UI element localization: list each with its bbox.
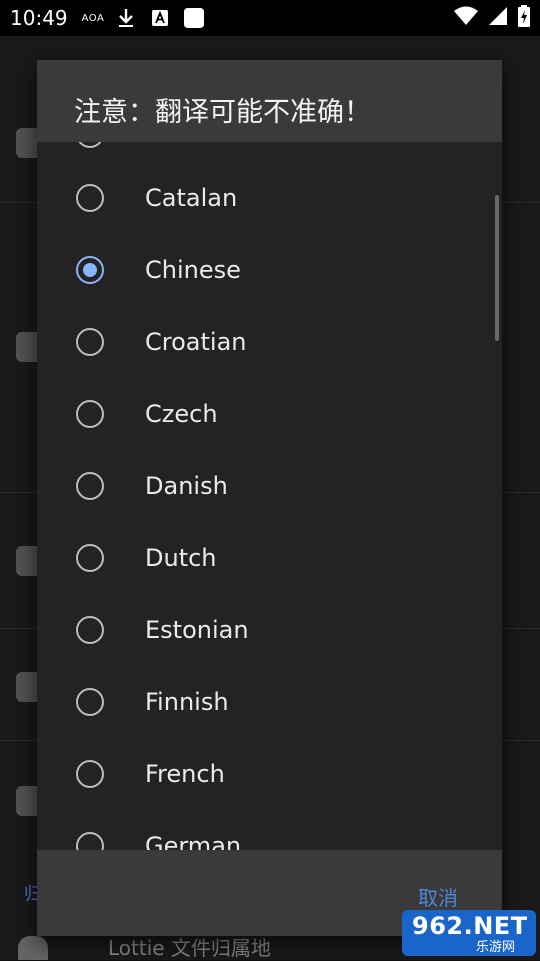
language-option[interactable]: Croatian	[37, 306, 502, 378]
language-label: French	[145, 760, 225, 788]
background-list-item: Lottie 文件归属地	[108, 936, 271, 960]
language-dialog: 注意：翻译可能不准确！ Catalan Chinese Croatian Czech D…	[37, 60, 502, 936]
status-right	[454, 5, 530, 31]
aoa-indicator: AOA	[81, 12, 105, 24]
dialog-header: 注意：翻译可能不准确！	[37, 60, 502, 142]
status-bar: 10:49 AOA	[0, 0, 540, 36]
language-option[interactable]: Danish	[37, 450, 502, 522]
language-option[interactable]: German	[37, 810, 502, 850]
radio-button[interactable]	[76, 328, 104, 356]
language-label: Dutch	[145, 544, 217, 572]
scrollbar-thumb[interactable]	[495, 195, 499, 341]
site-watermark-logo: 962.NET 乐游网	[402, 910, 536, 956]
language-label: German	[145, 832, 242, 850]
clock: 10:49	[10, 6, 68, 30]
language-option[interactable]: Estonian	[37, 594, 502, 666]
dialog-title: 注意：翻译可能不准确！	[74, 97, 371, 128]
language-label: Estonian	[145, 616, 249, 644]
language-list[interactable]: Catalan Chinese Croatian Czech Danish Dutch Es…	[37, 142, 502, 850]
radio-button[interactable]	[76, 688, 104, 716]
language-label: Croatian	[145, 328, 247, 356]
signal-icon	[488, 6, 508, 30]
radio-button[interactable]	[76, 400, 104, 428]
download-icon	[116, 8, 136, 28]
watermark-sub-text: 乐游网	[476, 940, 516, 955]
radio-button[interactable]	[76, 832, 104, 850]
language-label: Chinese	[145, 256, 241, 284]
language-label: Danish	[145, 472, 228, 500]
language-option[interactable]: Czech	[37, 378, 502, 450]
radio-button[interactable]	[76, 544, 104, 572]
cancel-button[interactable]: 取消	[418, 882, 458, 911]
radio-button[interactable]	[76, 760, 104, 788]
people-icon	[18, 936, 48, 960]
language-option[interactable]: Chinese	[37, 234, 502, 306]
radio-button-checked[interactable]	[76, 256, 104, 284]
notification-square-icon	[184, 8, 205, 28]
radio-button[interactable]	[76, 616, 104, 644]
radio-button[interactable]	[76, 472, 104, 500]
radio-button[interactable]	[76, 184, 104, 212]
language-option[interactable]: French	[37, 738, 502, 810]
language-label: Czech	[145, 400, 218, 428]
language-label: Catalan	[145, 184, 238, 212]
language-option[interactable]: Finnish	[37, 666, 502, 738]
language-option[interactable]: Catalan	[37, 162, 502, 234]
language-label: Finnish	[145, 688, 229, 716]
radio-button[interactable]	[76, 142, 104, 148]
wifi-icon	[454, 6, 478, 30]
battery-icon	[518, 5, 530, 31]
font-a-icon	[150, 8, 170, 28]
language-option[interactable]: Dutch	[37, 522, 502, 594]
